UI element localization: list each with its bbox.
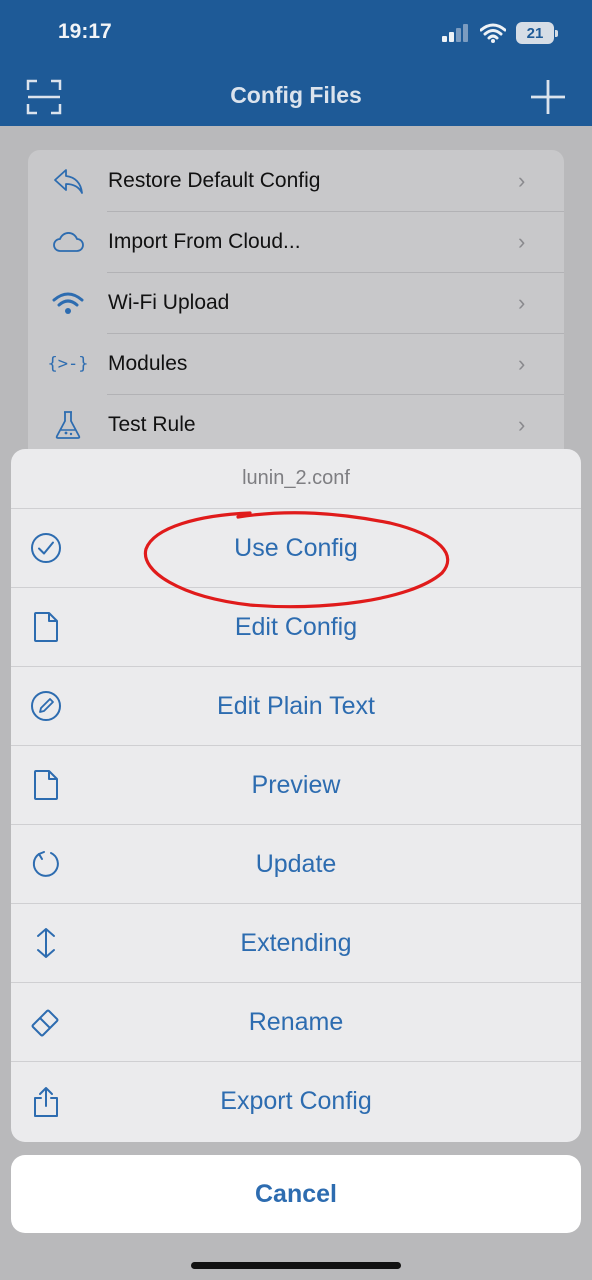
chevron-right-icon: ›	[518, 167, 526, 193]
action-sheet-title: lunin_2.conf	[11, 449, 581, 509]
export-config-button[interactable]: Export Config	[11, 1062, 581, 1141]
action-label: Use Config	[234, 533, 358, 562]
chevron-right-icon: ›	[518, 350, 526, 376]
plus-icon	[531, 80, 565, 114]
menu-item-test-rule[interactable]: Test Rule ›	[28, 394, 564, 455]
action-label: Export Config	[220, 1087, 372, 1115]
checkmark-circle-icon	[29, 531, 63, 565]
menu-item-label: Import From Cloud...	[108, 229, 301, 253]
page-title: Config Files	[230, 82, 362, 108]
up-down-arrow-icon	[29, 926, 63, 960]
status-time: 19:17	[58, 20, 112, 43]
menu-item-label: Modules	[108, 351, 188, 375]
status-indicators: 21	[442, 22, 558, 44]
extending-button[interactable]: Extending	[11, 904, 581, 983]
document-icon	[29, 768, 63, 802]
menu-item-label: Test Rule	[108, 412, 196, 436]
action-label: Edit Plain Text	[217, 691, 375, 720]
undo-arrow-icon	[28, 167, 108, 195]
menu-item-restore-default[interactable]: Restore Default Config ›	[28, 150, 564, 211]
menu-item-modules[interactable]: {>-} Modules ›	[28, 333, 564, 394]
menu-item-wifi-upload[interactable]: Wi-Fi Upload ›	[28, 272, 564, 333]
refresh-icon	[29, 847, 63, 881]
edit-plain-text-button[interactable]: Edit Plain Text	[11, 667, 581, 746]
cancel-button[interactable]: Cancel	[11, 1155, 581, 1233]
action-sheet: lunin_2.conf Use Config Edit Config Edit…	[11, 449, 581, 1142]
pencil-circle-icon	[29, 689, 63, 723]
chevron-right-icon: ›	[518, 289, 526, 315]
rename-button[interactable]: Rename	[11, 983, 581, 1062]
preview-button[interactable]: Preview	[11, 746, 581, 825]
chevron-right-icon: ›	[518, 228, 526, 254]
cloud-icon	[28, 231, 108, 253]
menu-item-label: Restore Default Config	[108, 168, 321, 192]
use-config-button[interactable]: Use Config	[11, 509, 581, 588]
flask-icon	[28, 410, 108, 440]
top-bar: 19:17 21 Config Files	[0, 0, 592, 126]
wifi-status-icon	[480, 23, 506, 43]
action-label: Update	[255, 849, 337, 878]
eraser-icon	[29, 1005, 63, 1039]
menu-item-import-cloud[interactable]: Import From Cloud... ›	[28, 211, 564, 272]
action-label: Rename	[248, 1007, 344, 1036]
home-indicator[interactable]	[191, 1262, 401, 1269]
chevron-right-icon: ›	[518, 411, 526, 437]
action-label: Extending	[240, 928, 352, 957]
wifi-icon	[28, 291, 108, 315]
config-menu-list: Restore Default Config › Import From Clo…	[28, 150, 564, 470]
menu-item-label: Wi-Fi Upload	[108, 290, 230, 314]
update-button[interactable]: Update	[11, 825, 581, 904]
edit-config-button[interactable]: Edit Config	[11, 588, 581, 667]
action-label: Preview	[251, 770, 341, 799]
braces-icon: {>-}	[47, 353, 89, 374]
add-config-button[interactable]	[530, 79, 566, 115]
battery-indicator: 21	[516, 22, 558, 44]
signal-icon	[442, 24, 468, 42]
action-label: Edit Config	[234, 612, 358, 641]
share-icon	[29, 1085, 63, 1119]
document-icon	[29, 610, 63, 644]
